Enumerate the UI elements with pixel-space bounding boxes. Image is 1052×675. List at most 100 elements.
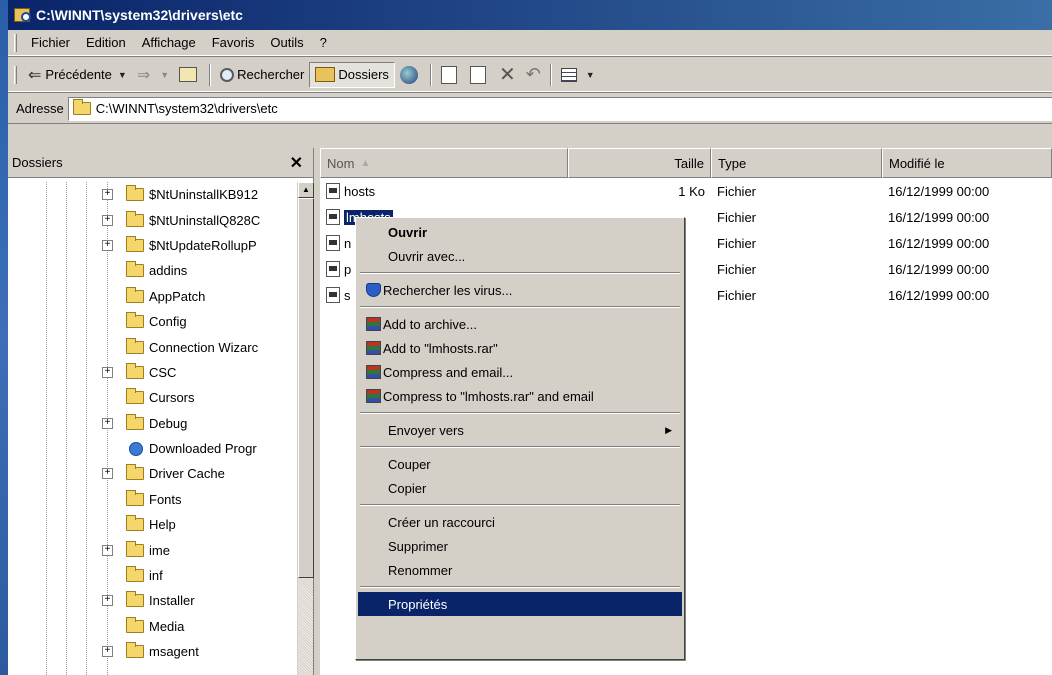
column-name[interactable]: Nom ▲ [320,148,568,178]
back-button[interactable]: ⇐ Précédente ▼ [23,62,132,88]
menu-help[interactable]: ? [312,33,335,52]
menu-virus-scan[interactable]: Rechercher les virus... [358,278,682,302]
up-folder-button[interactable] [174,62,205,88]
tree-item[interactable]: + $NtUpdateRollupP [8,233,297,258]
expand-icon[interactable]: + [102,214,113,226]
menu-affichage[interactable]: Affichage [134,33,204,52]
menu-open[interactable]: Ouvrir [358,220,682,244]
winrar-icon [366,365,381,379]
expand-icon[interactable]: + [102,595,113,607]
menu-copy[interactable]: Copier [358,476,682,500]
tree-item[interactable]: inf [8,563,297,588]
copy-to-button[interactable] [465,62,494,88]
menu-compress-email[interactable]: Compress and email... [358,360,682,384]
menu-properties[interactable]: Propriétés [358,592,682,616]
expand-icon[interactable]: + [102,366,113,378]
menu-create-shortcut[interactable]: Créer un raccourci [358,510,682,534]
tree-item-label: inf [149,568,163,584]
menu-rename[interactable]: Renommer [358,558,682,582]
tree-item[interactable]: Connection Wizarc [8,334,297,359]
column-size-label: Taille [674,155,704,171]
expand-icon[interactable]: + [102,189,113,201]
tree-item[interactable]: Downloaded Progr [8,436,297,461]
address-label: Adresse [16,101,64,116]
folder-icon [126,540,144,557]
folder-icon [126,464,144,481]
tree-item[interactable]: + Driver Cache [8,461,297,486]
scroll-up-icon[interactable]: ▲ [298,182,314,198]
scroll-thumb[interactable] [298,198,314,578]
delete-button[interactable]: ✕ [494,62,521,88]
tree-item[interactable]: + CSC [8,360,297,385]
tree-item[interactable]: Help [8,512,297,537]
file-name: p [344,261,352,277]
file-name: hosts [344,183,376,199]
tree-item[interactable]: + $NtUninstallQ828C [8,207,297,232]
column-type[interactable]: Type [711,148,882,178]
tree-item-label: Fonts [149,491,182,507]
toolbar-separator [429,63,432,86]
search-button[interactable]: Rechercher [215,62,309,88]
column-header: Nom ▲ Taille Type Modifié le [320,148,1052,178]
address-bar: Adresse C:\WINNT\system32\drivers\etc [8,94,1052,124]
menu-add-rar[interactable]: Add to "lmhosts.rar" [358,336,682,360]
tree-item-label: Media [149,618,185,634]
folder-icon [126,388,144,405]
tree-item[interactable]: Fonts [8,487,297,512]
folder-icon [126,185,144,202]
move-to-button[interactable] [436,62,465,88]
views-dropdown-icon[interactable]: ▼ [586,70,595,80]
tree-item[interactable]: Cursors [8,385,297,410]
folder-icon [126,616,144,633]
folder-icon [126,286,144,303]
tree-item[interactable]: + $NtUninstallKB912 [8,182,297,207]
tree-item[interactable]: + ime [8,537,297,562]
file-size: 1 Ko [678,183,705,199]
menu-delete[interactable]: Supprimer [358,534,682,558]
standard-toolbar: ⇐ Précédente ▼ ⇒ ▼ Rechercher Dossiers ✕… [8,58,1052,92]
history-button[interactable] [395,62,426,88]
close-icon[interactable]: ✕ [290,153,303,173]
tree-item[interactable]: + msagent [8,639,297,664]
forward-button[interactable]: ⇒ ▼ [132,62,174,88]
menu-send-to[interactable]: Envoyer vers ▶ [358,418,682,442]
menu-favoris[interactable]: Favoris [204,33,263,52]
menu-copy-label: Copier [388,480,427,496]
column-size[interactable]: Taille [568,148,711,178]
menu-cut[interactable]: Couper [358,452,682,476]
menu-separator [360,586,680,588]
tree-item-label: CSC [149,364,177,380]
expand-icon[interactable]: + [102,646,113,658]
folders-button[interactable]: Dossiers [309,61,395,88]
tree-item[interactable]: Config [8,309,297,334]
menu-compress-rar-email[interactable]: Compress to "lmhosts.rar" and email [358,384,682,408]
folder-pane-title: Dossiers [12,155,63,170]
folder-icon [126,312,144,329]
menu-fichier[interactable]: Fichier [23,33,78,52]
address-field[interactable]: C:\WINNT\system32\drivers\etc [67,96,1052,121]
tree-item[interactable]: Media [8,614,297,639]
menu-outils[interactable]: Outils [262,33,311,52]
column-name-label: Nom [327,155,355,171]
undo-button[interactable]: ↶ [521,62,546,88]
forward-dropdown-icon[interactable]: ▼ [160,70,169,80]
expand-icon[interactable]: + [102,544,113,556]
tree-item[interactable]: + Installer [8,588,297,613]
tree-scrollbar[interactable]: ▲ [297,182,314,675]
file-row[interactable]: hosts 1 Ko Fichier 16/12/1999 00:00 [320,178,1052,204]
menu-open-with[interactable]: Ouvrir avec... [358,244,682,268]
expand-icon[interactable]: + [102,239,113,251]
tree-item[interactable]: + Debug [8,411,297,436]
views-button[interactable]: ▼ [556,62,600,88]
tree-item[interactable]: AppPatch [8,284,297,309]
expand-icon[interactable]: + [102,417,113,429]
column-modified[interactable]: Modifié le [882,148,1052,178]
file-type: Fichier [717,261,757,277]
menu-add-archive[interactable]: Add to archive... [358,312,682,336]
expand-icon[interactable]: + [102,468,113,480]
antivirus-shield-icon [366,283,381,297]
tree-item[interactable]: addins [8,258,297,283]
tree-item-label: Installer [149,593,195,609]
menu-edition[interactable]: Edition [78,33,134,52]
back-dropdown-icon[interactable]: ▼ [118,70,127,80]
